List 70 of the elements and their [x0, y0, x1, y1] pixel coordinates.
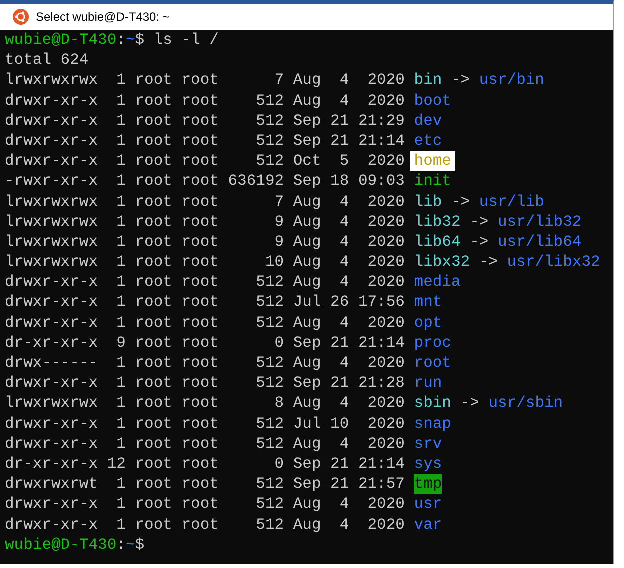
file-name: root	[414, 353, 452, 374]
total-line: total 624	[5, 50, 89, 70]
file-name: libx32	[414, 252, 470, 272]
link-arrow: ->	[460, 393, 480, 414]
file-info: lrwxrwxrwx 1 root root 10 Aug 4 2020	[5, 252, 405, 272]
link-target: usr/bin	[479, 70, 544, 91]
file-info: drwxr-xr-x 1 root root 512 Aug 4 2020	[5, 494, 405, 514]
file-name: init	[414, 171, 452, 192]
file-info: drwxr-xr-x 1 root root 512 Aug 4 2020	[5, 514, 405, 535]
prompt-separator: :	[116, 534, 126, 555]
prompt-user: wubie@D-T430	[5, 534, 117, 555]
file-info: drwxr-xr-x 1 root root 512 Sep 21 21:28	[5, 373, 405, 394]
file-info: lrwxrwxrwx 1 root root 8 Aug 4 2020	[5, 393, 405, 414]
link-arrow: ->	[470, 212, 489, 232]
file-info: drwxrwxrwt 1 root root 512 Sep 21 21:57	[5, 474, 405, 494]
prompt-path: ~	[126, 534, 136, 555]
prompt-symbol: $	[135, 534, 145, 555]
link-target: usr/lib64	[498, 232, 582, 252]
file-name: proc	[414, 332, 452, 353]
file-name: etc	[414, 130, 442, 152]
file-name: bin	[414, 70, 442, 91]
file-info: lrwxrwxrwx 1 root root 9 Aug 4 2020	[5, 232, 405, 252]
file-name: boot	[414, 90, 452, 111]
link-target: usr/lib	[479, 192, 544, 212]
file-info: lrwxrwxrwx 1 root root 7 Aug 4 2020	[5, 70, 405, 91]
prompt-symbol: $	[135, 30, 145, 50]
file-name: snap	[414, 414, 452, 434]
file-info: drwxr-xr-x 1 root root 512 Aug 4 2020	[5, 90, 405, 111]
file-info: drwxr-xr-x 1 root root 512 Aug 4 2020	[5, 312, 405, 333]
command-text: ls -l /	[154, 30, 219, 50]
file-name: mnt	[414, 292, 442, 313]
link-target: usr/sbin	[488, 393, 564, 414]
file-name: srv	[414, 434, 442, 454]
file-name: var	[414, 514, 442, 535]
prompt-path: ~	[126, 30, 136, 50]
file-info: -rwxr-xr-x 1 root root 636192 Sep 18 09:03	[5, 171, 405, 192]
file-info: drwxr-xr-x 1 root root 512 Sep 21 21:29	[5, 110, 405, 131]
file-name: run	[414, 373, 442, 394]
file-name: lib32	[414, 212, 461, 232]
file-name: usr	[414, 494, 442, 514]
file-info: dr-xr-xr-x 12 root root 0 Sep 21 21:14	[5, 454, 405, 474]
prompt-separator: :	[116, 30, 126, 50]
file-info: drwxr-xr-x 1 root root 512 Sep 21 21:14	[5, 130, 405, 152]
window-title: Select wubie@D-T430: ~	[36, 10, 170, 24]
file-info: drwxr-xr-x 1 root root 512 Jul 26 17:56	[5, 292, 405, 313]
file-name: lib64	[414, 232, 461, 252]
file-info: drwxr-xr-x 1 root root 512 Aug 4 2020	[5, 272, 405, 292]
link-arrow: ->	[470, 232, 489, 252]
file-info: lrwxrwxrwx 1 root root 9 Aug 4 2020	[5, 212, 405, 232]
file-name: tmp	[414, 474, 442, 494]
link-arrow: ->	[451, 192, 470, 212]
link-target: usr/libx32	[507, 252, 600, 272]
file-info: lrwxrwxrwx 1 root root 7 Aug 4 2020	[5, 192, 405, 212]
link-arrow: ->	[451, 70, 470, 91]
link-arrow: ->	[479, 252, 498, 272]
ubuntu-logo-icon	[13, 9, 29, 25]
file-info: drwxr-xr-x 1 root root 512 Aug 4 2020	[5, 434, 405, 454]
file-name: sbin	[414, 393, 452, 414]
file-info: drwxr-xr-x 1 root root 512 Jul 10 2020	[5, 414, 405, 434]
file-info: drwxr-xr-x 1 root root 512 Oct 5 2020	[5, 151, 405, 172]
prompt-user: wubie@D-T430	[5, 30, 117, 50]
link-target: usr/lib32	[498, 212, 582, 232]
file-name: lib	[414, 192, 442, 212]
file-name: dev	[414, 110, 442, 131]
file-info: drwx------ 1 root root 512 Aug 4 2020	[5, 353, 405, 374]
file-info: dr-xr-xr-x 9 root root 0 Sep 21 21:14	[5, 332, 405, 353]
file-name: media	[414, 272, 461, 292]
file-name: opt	[414, 312, 442, 333]
file-name: home	[410, 151, 456, 172]
file-name: sys	[414, 454, 442, 474]
